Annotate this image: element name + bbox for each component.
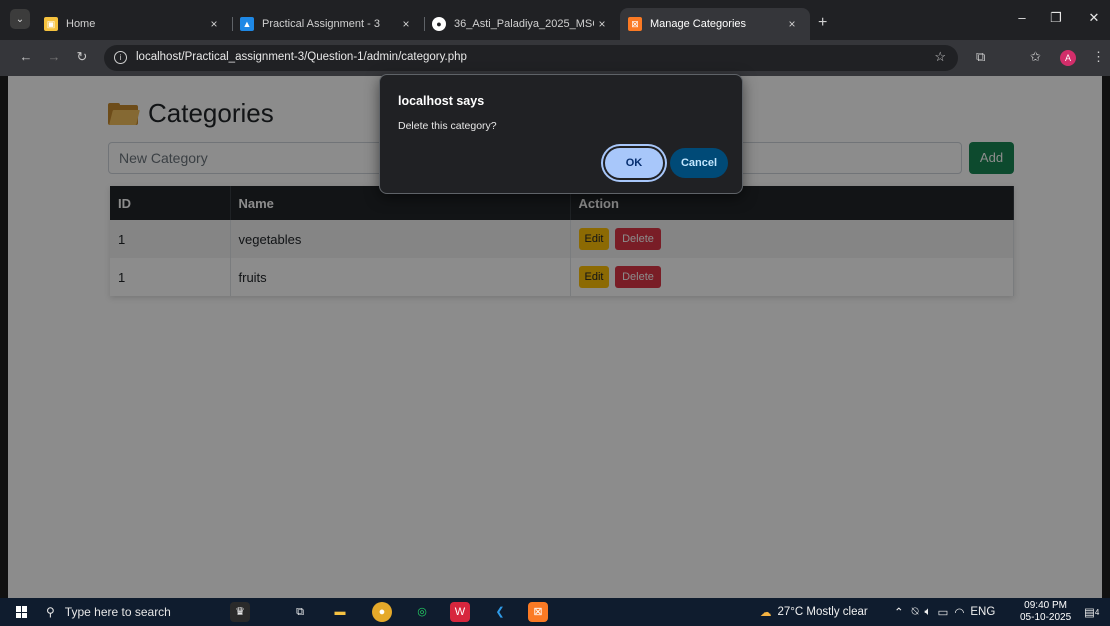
volume-icon[interactable]: 🔈︎ <box>925 606 932 619</box>
image-icon: ▣ <box>44 17 58 31</box>
close-icon[interactable]: × <box>398 17 414 31</box>
address-bar[interactable]: i localhost/Practical_assignment-3/Quest… <box>104 45 958 71</box>
tab-home[interactable]: ▣ Home × <box>36 8 233 40</box>
close-icon[interactable]: × <box>206 17 222 31</box>
restore-icon[interactable]: ❐ <box>1046 10 1066 26</box>
tab-manage-categories[interactable]: ⊠ Manage Categories × <box>620 8 810 40</box>
windows-taskbar: ⚲ Type here to search ♛ ⧉ ▬ ● ◎ W ❮ ⊠ ☁ … <box>0 598 1110 626</box>
mute-icon[interactable]: ⍉ <box>912 606 919 619</box>
taskbar-search-placeholder: Type here to search <box>64 605 171 619</box>
minimize-icon[interactable]: – <box>1012 10 1032 25</box>
notification-icon: ▤ <box>1084 607 1095 619</box>
info-icon[interactable]: i <box>114 51 127 64</box>
window-close-icon[interactable]: ✕ <box>1084 10 1104 26</box>
xampp-icon: ⊠ <box>628 17 642 31</box>
dialog-title: localhost says <box>398 94 485 108</box>
xampp-icon[interactable]: ⊠ <box>528 602 548 622</box>
weather-icon: ☁ <box>760 607 772 619</box>
clock[interactable]: 09:40 PM 05-10-2025 <box>1020 600 1071 624</box>
new-tab-icon[interactable]: + <box>818 14 827 32</box>
tab-title: Manage Categories <box>650 18 747 30</box>
search-icon: ⚲ <box>46 605 55 619</box>
cancel-button[interactable]: Cancel <box>670 148 728 178</box>
weather-text: 27°C Mostly clear <box>777 606 868 618</box>
task-view-icon[interactable]: ⧉ <box>290 602 310 622</box>
menu-icon[interactable]: ⋮ <box>1092 49 1105 65</box>
dialog-message: Delete this category? <box>398 120 497 132</box>
profile-avatar[interactable]: A <box>1060 50 1076 66</box>
weather-widget[interactable]: ☁ 27°C Mostly clear <box>760 598 868 626</box>
close-icon[interactable]: × <box>784 17 800 31</box>
tab-title: 36_Asti_Paladiya_2025_MSCICT <box>454 18 594 30</box>
wifi-icon[interactable]: ◠ <box>954 605 964 619</box>
bookmark-star-icon[interactable]: ☆ <box>934 49 946 65</box>
tab-practical-assignment[interactable]: ▲ Practical Assignment - 3 × <box>232 8 425 40</box>
whatsapp-icon[interactable]: ◎ <box>412 602 432 622</box>
taskbar-search[interactable]: ⚲ Type here to search <box>46 598 171 626</box>
confirm-dialog: localhost says Delete this category? OK … <box>379 74 743 194</box>
url-text: localhost/Practical_assignment-3/Questio… <box>136 51 467 63</box>
forward-icon[interactable]: → <box>46 49 62 64</box>
tab-strip: ⌄ ▣ Home × ▲ Practical Assignment - 3 × … <box>0 0 1110 40</box>
chevron-up-icon[interactable]: ⌃ <box>894 605 904 619</box>
tab-title: Home <box>66 18 96 30</box>
reload-icon[interactable]: ↻ <box>74 49 90 65</box>
clock-date: 05-10-2025 <box>1020 612 1072 623</box>
tab-github[interactable]: ● 36_Asti_Paladiya_2025_MSCICT × <box>424 8 620 40</box>
language-indicator[interactable]: ENG <box>970 606 995 618</box>
notification-center[interactable]: ▤ 4 <box>1084 598 1099 626</box>
back-icon[interactable]: ← <box>18 49 34 64</box>
chrome-icon[interactable]: ● <box>372 602 392 622</box>
tab-title: Practical Assignment - 3 <box>262 18 380 30</box>
ok-button[interactable]: OK <box>605 148 663 178</box>
file-explorer-icon[interactable]: ▬ <box>330 602 350 622</box>
notification-count: 4 <box>1094 607 1100 617</box>
extensions-icon[interactable]: ⧉ <box>976 49 985 65</box>
wps-office-icon[interactable]: W <box>450 602 470 622</box>
vscode-icon[interactable]: ❮ <box>490 602 510 622</box>
battery-icon[interactable]: ▭ <box>937 605 948 619</box>
clock-time: 09:40 PM <box>1024 600 1067 611</box>
tab-search-button[interactable]: ⌄ <box>10 9 30 29</box>
browser-toolbar: ← → ↻ i localhost/Practical_assignment-3… <box>0 40 1110 76</box>
classroom-icon: ▲ <box>240 17 254 31</box>
close-icon[interactable]: × <box>594 17 610 31</box>
system-tray: ⌃ ⍉ 🔈︎ ▭ ◠ ENG <box>894 598 995 626</box>
bookmarks-icon[interactable]: ✩ <box>1030 49 1041 65</box>
tuxedo-app-icon[interactable]: ♛ <box>230 602 250 622</box>
github-icon: ● <box>432 17 446 31</box>
chevron-down-icon: ⌄ <box>15 13 25 25</box>
profile-initial: A <box>1064 53 1071 63</box>
windows-start-icon[interactable] <box>16 606 28 618</box>
